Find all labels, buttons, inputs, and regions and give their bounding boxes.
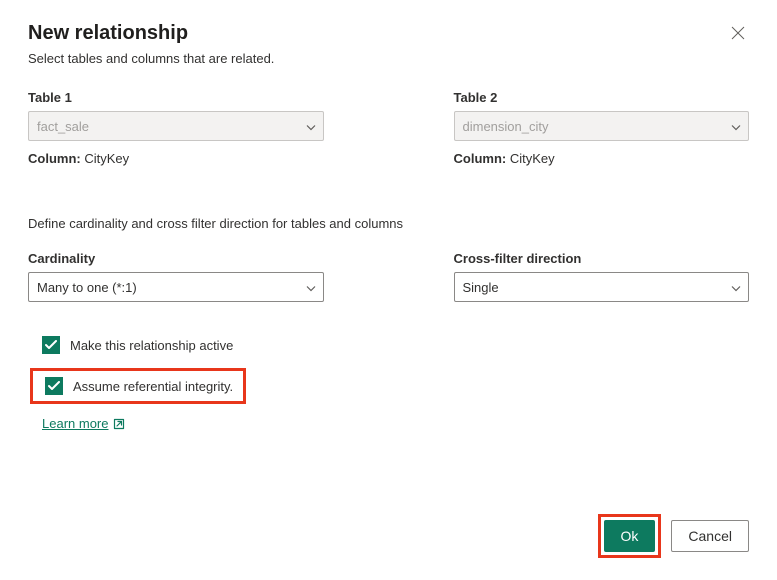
- table1-select-value: fact_sale: [28, 111, 324, 141]
- ok-highlight: Ok: [598, 514, 662, 558]
- table2-label: Table 2: [454, 90, 750, 105]
- check-icon: [48, 381, 60, 391]
- external-link-icon: [113, 418, 125, 430]
- table1-column-label: Column:: [28, 151, 81, 166]
- cardinality-label: Cardinality: [28, 251, 324, 266]
- table1-column-value: CityKey: [84, 151, 129, 166]
- ok-button[interactable]: Ok: [604, 520, 656, 552]
- check-icon: [45, 340, 57, 350]
- table2-select-value: dimension_city: [454, 111, 750, 141]
- cardinality-select[interactable]: Many to one (*:1): [28, 272, 324, 302]
- cardinality-select-value: Many to one (*:1): [28, 272, 324, 302]
- active-checkbox-label: Make this relationship active: [70, 338, 233, 353]
- learn-more-label: Learn more: [42, 416, 108, 431]
- active-checkbox-row: Make this relationship active: [42, 336, 749, 354]
- table1-column: Column: CityKey: [28, 151, 324, 166]
- active-checkbox[interactable]: [42, 336, 60, 354]
- table2-column: Column: CityKey: [454, 151, 750, 166]
- close-button[interactable]: [727, 22, 749, 46]
- table2-column-label: Column:: [454, 151, 507, 166]
- learn-more-link[interactable]: Learn more: [42, 416, 125, 431]
- crossfilter-select-value: Single: [454, 272, 750, 302]
- dialog-title: New relationship: [28, 22, 188, 45]
- table2-select[interactable]: dimension_city: [454, 111, 750, 141]
- define-text: Define cardinality and cross filter dire…: [28, 216, 749, 231]
- crossfilter-select[interactable]: Single: [454, 272, 750, 302]
- integrity-checkbox[interactable]: [45, 377, 63, 395]
- dialog-subtitle: Select tables and columns that are relat…: [28, 51, 749, 66]
- integrity-checkbox-label: Assume referential integrity.: [73, 379, 233, 394]
- button-row: Ok Cancel: [598, 514, 749, 558]
- table2-column-value: CityKey: [510, 151, 555, 166]
- cancel-button[interactable]: Cancel: [671, 520, 749, 552]
- table1-select[interactable]: fact_sale: [28, 111, 324, 141]
- crossfilter-label: Cross-filter direction: [454, 251, 750, 266]
- close-icon: [731, 26, 745, 40]
- table1-label: Table 1: [28, 90, 324, 105]
- integrity-highlight: Assume referential integrity.: [30, 368, 246, 404]
